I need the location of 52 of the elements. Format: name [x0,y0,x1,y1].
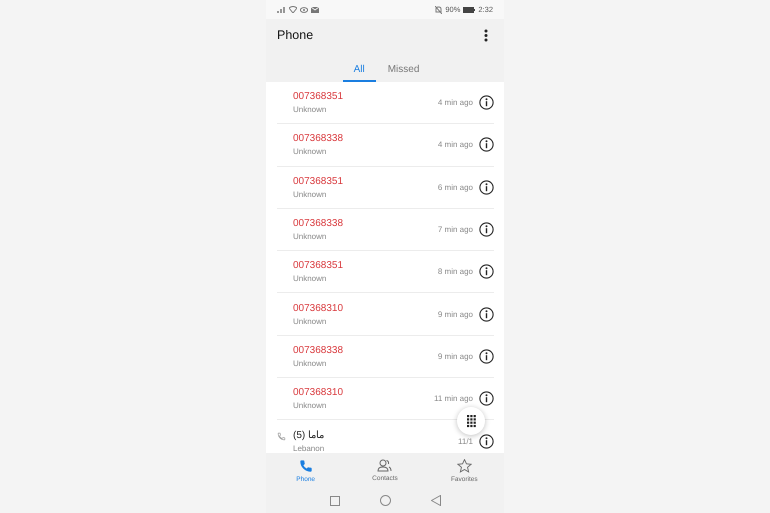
eye-icon [300,6,308,12]
info-icon[interactable] [479,391,494,406]
info-icon[interactable] [479,306,494,322]
phone-number: ماما (5) [293,429,326,442]
tab[interactable]: Missed [380,60,428,82]
call-time: 7 min ago [438,225,473,234]
caller-label: Unknown [293,147,328,156]
phone-number: 007368351 [293,91,344,102]
call-time: 8 min ago [438,267,473,276]
recents-icon[interactable] [330,496,340,506]
battery-icon [463,6,476,12]
phone-number: 007368310 [293,302,344,314]
phone-number: 007368338 [293,344,344,356]
dialpad-icon [466,414,476,428]
phone-number: 007368310 [293,387,344,398]
info-icon[interactable] [479,264,494,280]
call-time: 6 min ago [438,182,473,192]
call-time: 4 min ago [438,98,473,108]
caller-label: Unknown [293,190,328,199]
caller-label: Unknown [293,358,328,368]
caller-label: Unknown [293,232,328,242]
dialpad-button[interactable] [457,407,485,435]
phone-number: 007368351 [293,260,344,272]
phone-number: 007368338 [293,133,344,144]
info-icon[interactable] [479,434,494,449]
call-time: 4 min ago [438,140,473,150]
caller-label: Unknown [293,105,328,114]
wifi-icon [289,6,297,13]
info-icon[interactable] [479,137,494,152]
call-time: 11 min ago [434,394,473,404]
caller-label: Lebanon [293,444,326,453]
caller-label: Unknown [293,316,328,326]
info-icon[interactable] [479,348,494,364]
caller-label: Unknown [293,401,328,410]
call-time: 9 min ago [438,352,473,361]
app-title: Phone [277,28,314,42]
signal-icon [277,6,286,13]
caller-label: Unknown [293,274,328,284]
back-icon[interactable] [430,495,440,506]
mail-icon [311,6,319,12]
phone-number: 007368351 [293,176,344,187]
info-icon[interactable] [479,180,494,195]
star-icon [456,458,472,472]
people-icon [377,459,392,472]
bell-off-icon [435,6,442,14]
info-icon[interactable] [479,95,494,110]
call-time: 9 min ago [438,310,473,319]
call-time: 11/1 [458,436,473,446]
phone-number: 007368338 [293,218,344,230]
info-icon[interactable] [479,222,494,238]
home-icon[interactable] [380,495,390,506]
phone-icon [298,458,313,472]
